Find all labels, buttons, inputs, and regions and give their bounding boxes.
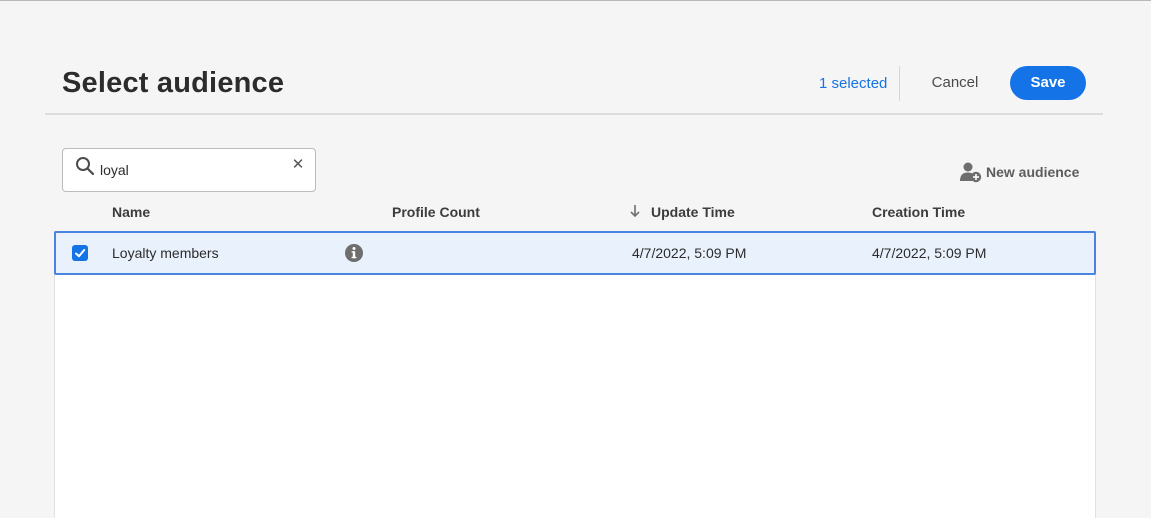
- new-audience-label: New audience: [986, 164, 1080, 180]
- column-header-creation-time[interactable]: Creation Time: [872, 204, 965, 220]
- column-header-name[interactable]: Name: [112, 204, 150, 220]
- checkmark-icon: [75, 249, 86, 258]
- column-header-profile-count[interactable]: Profile Count: [392, 204, 480, 220]
- new-audience-button[interactable]: New audience: [960, 160, 1079, 184]
- close-icon[interactable]: ✕: [291, 157, 305, 172]
- dialog-title: Select audience: [62, 67, 285, 99]
- row-update-time: 4/7/2022, 5:09 PM: [632, 245, 747, 261]
- title-divider: [45, 113, 1103, 115]
- table-row[interactable]: Loyalty members 4/7/2022, 5:09 PM 4/7/20…: [54, 231, 1096, 275]
- add-user-icon: [960, 162, 982, 183]
- cancel-button[interactable]: Cancel: [920, 67, 990, 99]
- search-input[interactable]: [100, 159, 280, 181]
- select-audience-dialog: Select audience 1 selected Cancel Save ✕…: [0, 1, 1151, 518]
- sort-descending-icon[interactable]: [629, 204, 641, 218]
- row-creation-time: 4/7/2022, 5:09 PM: [872, 245, 987, 261]
- row-checkbox[interactable]: [72, 245, 88, 261]
- column-header-update-time[interactable]: Update Time: [651, 204, 735, 220]
- header-divider: [899, 66, 900, 101]
- save-button[interactable]: Save: [1010, 66, 1086, 100]
- selected-count-link[interactable]: 1 selected: [819, 75, 887, 92]
- row-name: Loyalty members: [112, 245, 219, 261]
- info-icon[interactable]: [344, 243, 364, 263]
- search-field[interactable]: ✕: [62, 148, 316, 192]
- search-icon: [76, 157, 95, 176]
